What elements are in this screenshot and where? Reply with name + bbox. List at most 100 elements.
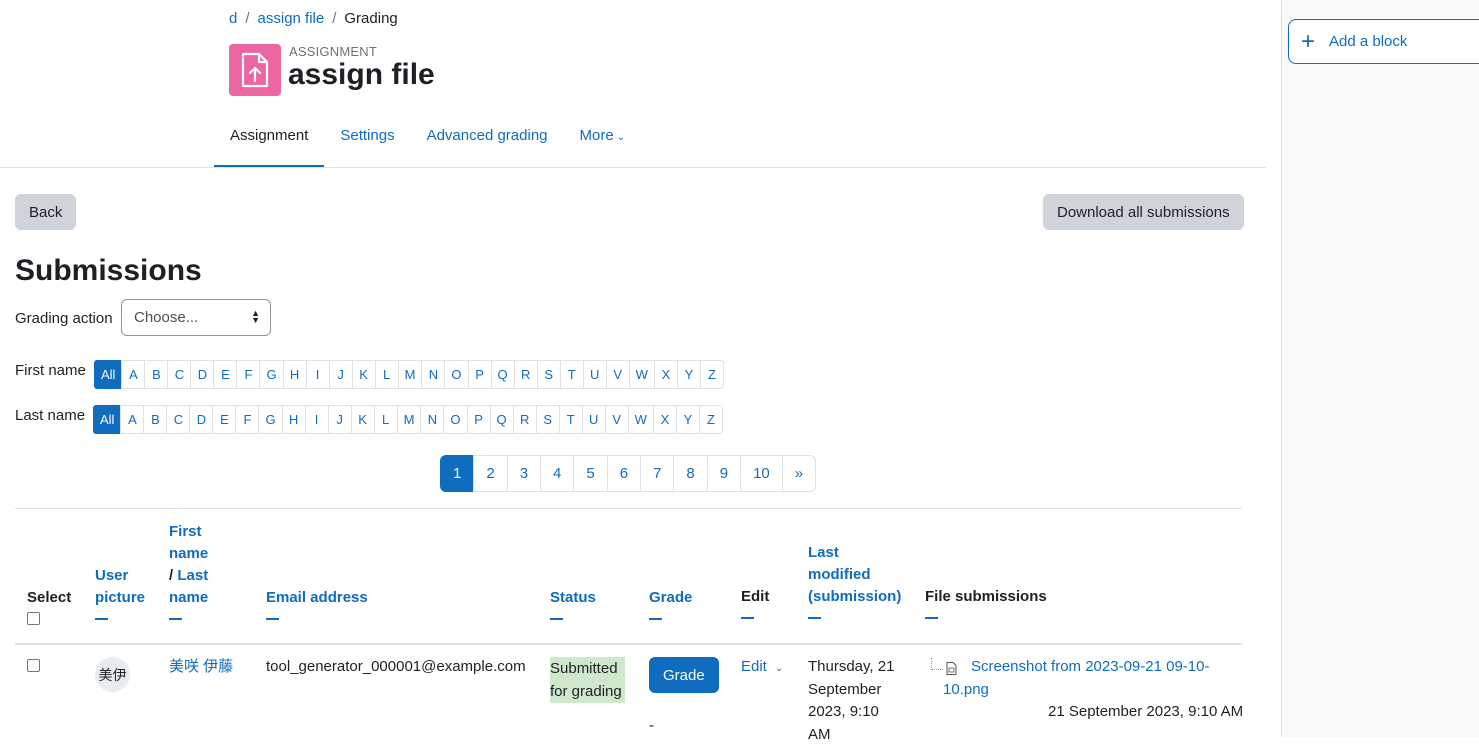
last-initial-letter[interactable]: N [420, 405, 445, 434]
file-submission-link[interactable]: Screenshot from 2023-09-21 09-10- 10.png [943, 656, 1233, 701]
sort-first-name-link-line2[interactable]: name [169, 545, 208, 562]
page-link[interactable]: 10 [740, 455, 783, 492]
select-all-checkbox[interactable] [27, 612, 40, 625]
page-link[interactable]: 6 [606, 455, 642, 492]
last-initial-letter[interactable]: B [143, 405, 168, 434]
back-button[interactable]: Back [15, 194, 77, 230]
last-initial-letter[interactable]: Y [675, 405, 700, 434]
add-block-button[interactable]: + Add a block [1288, 19, 1479, 64]
last-initial-letter[interactable]: M [396, 405, 422, 434]
tab-more[interactable]: More ⌄ [564, 115, 642, 168]
tab-assignment[interactable]: Assignment [214, 115, 325, 168]
sort-last-name-link-line2[interactable]: name [169, 589, 208, 606]
last-initial-letter[interactable]: K [350, 405, 375, 434]
first-initial-letter[interactable]: M [397, 360, 423, 389]
column-header-email[interactable]: Email address [266, 587, 368, 620]
last-initial-letter[interactable]: A [120, 405, 145, 434]
breadcrumb-item-assignment[interactable]: assign file [258, 10, 325, 27]
tab-settings[interactable]: Settings [324, 115, 410, 168]
first-initial-letter[interactable]: E [213, 360, 238, 389]
first-initial-all[interactable]: All [94, 360, 123, 389]
first-initial-letter[interactable]: U [582, 360, 607, 389]
page-link[interactable]: 2 [473, 455, 508, 492]
sort-first-name-link[interactable]: First [169, 523, 202, 540]
page-link[interactable]: 5 [573, 455, 608, 492]
last-initial-letter[interactable]: L [373, 405, 398, 434]
collapse-column-icon[interactable] [266, 618, 279, 620]
last-initial-letter[interactable]: S [535, 405, 560, 434]
first-initial-letter[interactable]: R [513, 360, 538, 389]
next-page-link[interactable]: » [781, 455, 817, 492]
column-header-grade[interactable]: Grade [649, 587, 692, 620]
collapse-column-icon[interactable] [808, 617, 821, 619]
last-initial-letter[interactable]: X [652, 405, 677, 434]
collapse-column-icon[interactable] [741, 617, 754, 619]
first-initial-letter[interactable]: J [328, 360, 353, 389]
avatar[interactable]: 美伊 [95, 657, 130, 692]
last-initial-letter[interactable]: U [581, 405, 606, 434]
page-link[interactable]: 3 [506, 455, 542, 492]
grade-button[interactable]: Grade [649, 657, 719, 693]
last-initial-letter[interactable]: G [258, 405, 283, 434]
collapse-column-icon[interactable] [925, 617, 938, 619]
last-initial-letter[interactable]: O [443, 405, 468, 434]
page-link[interactable]: 9 [706, 455, 742, 492]
first-initial-letter[interactable]: V [605, 360, 630, 389]
first-initial-letter[interactable]: O [444, 360, 469, 389]
last-initial-letter[interactable]: C [166, 405, 191, 434]
last-initial-letter[interactable]: T [558, 405, 583, 434]
column-header-status[interactable]: Status [550, 587, 596, 620]
collapse-column-icon[interactable] [550, 618, 563, 620]
breadcrumb-item-course[interactable]: d [229, 10, 237, 27]
page-link[interactable]: 1 [440, 455, 475, 492]
first-initial-letter[interactable]: W [628, 360, 655, 389]
first-initial-letter[interactable]: P [467, 360, 492, 389]
edit-menu-toggle[interactable]: Edit ⌄ [741, 656, 783, 681]
page-link[interactable]: 4 [540, 455, 575, 492]
download-all-submissions-button[interactable]: Download all submissions [1043, 194, 1244, 230]
page-link[interactable]: 8 [673, 455, 708, 492]
tab-advanced-grading[interactable]: Advanced grading [411, 115, 564, 168]
row-select-checkbox[interactable] [27, 659, 40, 672]
first-initial-letter[interactable]: F [236, 360, 261, 389]
first-initial-letter[interactable]: H [282, 360, 307, 389]
last-initial-letter[interactable]: E [212, 405, 237, 434]
first-initial-letter[interactable]: B [144, 360, 169, 389]
last-initial-letter[interactable]: V [604, 405, 629, 434]
first-initial-letter[interactable]: S [536, 360, 561, 389]
first-initial-letter[interactable]: X [653, 360, 678, 389]
last-initial-letter[interactable]: D [189, 405, 214, 434]
first-initial-letter[interactable]: N [421, 360, 446, 389]
first-initial-letter[interactable]: Q [490, 360, 515, 389]
last-initial-letter[interactable]: W [627, 405, 654, 434]
last-initial-letter[interactable]: Q [489, 405, 514, 434]
column-header-last-modified[interactable]: Last modified (submission) [808, 542, 901, 619]
last-initial-letter[interactable]: P [466, 405, 491, 434]
first-initial-letter[interactable]: C [167, 360, 192, 389]
first-initial-letter[interactable]: I [305, 360, 330, 389]
grading-action-select[interactable]: Choose... ▲ ▼ [121, 299, 271, 336]
last-initial-letter[interactable]: R [512, 405, 537, 434]
collapse-column-icon[interactable] [649, 618, 662, 620]
last-initial-letter[interactable]: I [304, 405, 329, 434]
first-initial-letter[interactable]: L [374, 360, 399, 389]
sort-last-name-link[interactable]: Last [177, 567, 208, 584]
last-initial-letter[interactable]: F [235, 405, 260, 434]
first-initial-letter[interactable]: A [121, 360, 146, 389]
student-name-link[interactable]: 美咲 伊藤 [169, 656, 233, 679]
last-initial-letter[interactable]: H [281, 405, 306, 434]
column-header-user-picture[interactable]: User picture [95, 565, 145, 620]
status-line1: Submitted [550, 660, 618, 677]
collapse-column-icon[interactable] [169, 618, 182, 620]
first-initial-letter[interactable]: Y [676, 360, 701, 389]
last-initial-letter[interactable]: J [327, 405, 352, 434]
first-initial-letter[interactable]: G [259, 360, 284, 389]
first-initial-letter[interactable]: T [559, 360, 584, 389]
first-initial-letter[interactable]: Z [699, 360, 724, 389]
collapse-column-icon[interactable] [95, 618, 108, 620]
last-initial-all[interactable]: All [93, 405, 122, 434]
last-initial-letter[interactable]: Z [698, 405, 723, 434]
first-initial-letter[interactable]: D [190, 360, 215, 389]
page-link[interactable]: 7 [640, 455, 675, 492]
first-initial-letter[interactable]: K [351, 360, 376, 389]
